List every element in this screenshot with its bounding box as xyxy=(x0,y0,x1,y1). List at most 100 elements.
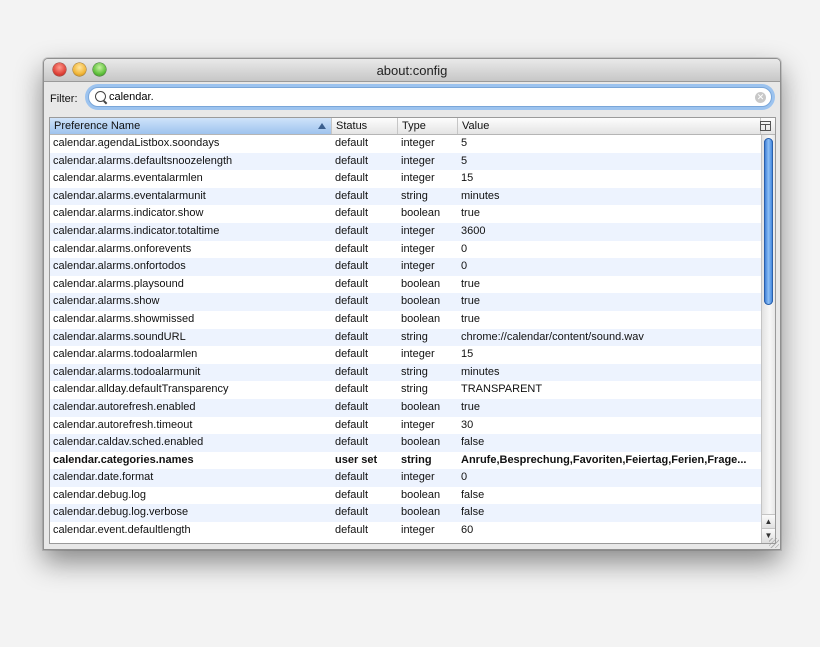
status-cell: default xyxy=(335,418,369,431)
type-cell: integer xyxy=(401,154,435,167)
table-row[interactable]: calendar.allday.defaultTransparency defau… xyxy=(50,381,761,399)
table-row[interactable]: calendar.alarms.onforevents default intege… xyxy=(50,241,761,259)
title-bar[interactable]: about:config xyxy=(44,59,780,82)
status-cell: default xyxy=(335,295,369,308)
value-cell: 15 xyxy=(461,348,474,361)
value-cell: 5 xyxy=(461,154,468,167)
filter-bar: Filter: calendar. ✕ xyxy=(44,82,780,115)
type-cell: string xyxy=(401,189,428,202)
column-header-type[interactable]: Type xyxy=(398,118,458,134)
pref-name-cell: calendar.alarms.eventalarmlen xyxy=(53,172,203,185)
status-cell: default xyxy=(335,154,369,167)
table-row[interactable]: calendar.alarms.indicator.totaltime defau… xyxy=(50,222,761,241)
table-row[interactable]: calendar.alarms.onfortodos default integer… xyxy=(50,258,761,276)
table-row[interactable]: calendar.alarms.eventalarmlen default inte… xyxy=(50,170,761,188)
type-cell: boolean xyxy=(401,207,441,220)
type-cell: integer xyxy=(401,137,435,149)
scrollbar-thumb[interactable] xyxy=(764,138,773,305)
pref-name-cell: calendar.alarms.showmissed xyxy=(53,312,195,325)
table-row[interactable]: calendar.event.defaultlength default integ… xyxy=(50,522,761,540)
table-row[interactable]: calendar.alarms.show default boolean true xyxy=(50,293,761,311)
value-cell: chrome://calendar/content/sound.wav xyxy=(461,330,644,343)
column-label: Value xyxy=(462,120,490,132)
vertical-scrollbar[interactable]: ▲ ▼ xyxy=(761,135,775,543)
pref-name-cell: calendar.autorefresh.timeout xyxy=(53,418,193,431)
pref-name-cell: calendar.alarms.todoalarmunit xyxy=(53,365,201,378)
filter-input-value[interactable]: calendar. xyxy=(109,91,154,103)
table-row[interactable]: calendar.alarms.playsound default boolean t… xyxy=(50,276,761,294)
filter-search-field[interactable]: calendar. ✕ xyxy=(88,87,772,107)
table-row[interactable]: calendar.caldav.sched.enabled default bool… xyxy=(50,434,761,452)
type-cell: boolean xyxy=(401,400,441,413)
table-row[interactable]: calendar.alarms.soundURL default string chr… xyxy=(50,328,761,347)
clear-search-icon[interactable]: ✕ xyxy=(755,92,766,103)
pref-name-cell: calendar.alarms.onfortodos xyxy=(53,260,186,273)
status-cell: default xyxy=(335,400,369,413)
value-cell: 0 xyxy=(461,471,468,484)
pref-name-cell: calendar.autorefresh.enabled xyxy=(53,400,196,413)
value-cell: false xyxy=(461,436,485,449)
filter-label: Filter: xyxy=(50,93,78,105)
table-row[interactable]: calendar.date.format default integer 0 xyxy=(50,469,761,487)
table-row[interactable]: calendar.debug.log default boolean false xyxy=(50,487,761,505)
value-cell: true xyxy=(461,312,480,325)
status-cell: default xyxy=(335,189,369,202)
status-cell: default xyxy=(335,365,369,378)
value-cell: true xyxy=(461,400,480,413)
column-picker-button[interactable] xyxy=(760,118,775,134)
pref-name-cell: calendar.event.defaultlength xyxy=(53,524,191,537)
resize-grip-icon[interactable] xyxy=(769,538,779,548)
status-cell: default xyxy=(335,471,369,484)
status-cell: default xyxy=(335,207,369,220)
value-cell: Anrufe,Besprechung,Favoriten,Feiertag,Fe… xyxy=(461,453,747,466)
type-cell: integer xyxy=(401,242,435,255)
type-cell: integer xyxy=(401,471,435,484)
table-body: calendar.agendaListbox.soondays default in… xyxy=(50,135,761,540)
value-cell: 30 xyxy=(461,418,474,431)
window-title: about:config xyxy=(376,63,448,78)
table-row[interactable]: calendar.alarms.indicator.show default boo… xyxy=(50,205,761,223)
pref-name-cell: calendar.caldav.sched.enabled xyxy=(53,436,204,449)
search-icon xyxy=(95,91,106,102)
table-row[interactable]: calendar.alarms.todoalarmlen default integ… xyxy=(50,346,761,364)
table-row[interactable]: calendar.autorefresh.enabled default boole… xyxy=(50,398,761,417)
value-cell: 60 xyxy=(461,524,474,537)
about-config-window: about:config Filter: calendar. ✕ Prefere… xyxy=(43,58,781,550)
table-row[interactable]: calendar.agendaListbox.soondays default in… xyxy=(50,135,761,153)
type-cell: boolean xyxy=(401,277,441,290)
value-cell: true xyxy=(461,207,480,220)
status-cell: default xyxy=(335,137,369,149)
status-cell: default xyxy=(335,506,369,519)
table-row[interactable]: calendar.autorefresh.timeout default integ… xyxy=(50,417,761,435)
status-cell: default xyxy=(335,260,369,273)
value-cell: 15 xyxy=(461,172,474,185)
value-cell: false xyxy=(461,488,485,501)
column-header-preference-name[interactable]: Preference Name xyxy=(50,118,332,134)
status-cell: default xyxy=(335,277,369,290)
pref-name-cell: calendar.agendaListbox.soondays xyxy=(53,137,220,149)
table-row[interactable]: calendar.alarms.showmissed default boolean… xyxy=(50,311,761,329)
value-cell: true xyxy=(461,277,480,290)
value-cell: minutes xyxy=(461,189,500,202)
table-row[interactable]: calendar.alarms.todoalarmunit default stri… xyxy=(50,363,761,382)
table-header: Preference Name Status Type Value xyxy=(50,118,775,135)
column-header-status[interactable]: Status xyxy=(332,118,398,134)
scroll-up-arrow-icon[interactable]: ▲ xyxy=(762,514,775,529)
pref-name-cell: calendar.debug.log.verbose xyxy=(53,506,189,519)
column-label: Status xyxy=(336,120,368,132)
table-row[interactable]: calendar.alarms.defaultsnoozelength defau… xyxy=(50,152,761,171)
pref-name-cell: calendar.debug.log xyxy=(53,488,146,501)
table-row[interactable]: calendar.debug.log.verbose default boolean… xyxy=(50,504,761,523)
column-header-value[interactable]: Value xyxy=(458,118,761,134)
status-cell: user set xyxy=(335,453,378,466)
value-cell: TRANSPARENT xyxy=(461,383,543,396)
status-cell: default xyxy=(335,348,369,361)
value-cell: false xyxy=(461,506,485,519)
pref-name-cell: calendar.alarms.todoalarmlen xyxy=(53,348,198,361)
status-cell: default xyxy=(335,312,369,325)
table-row[interactable]: calendar.categories.names user set string A… xyxy=(50,452,761,470)
pref-name-cell: calendar.alarms.show xyxy=(53,295,160,308)
table-row[interactable]: calendar.alarms.eventalarmunit default str… xyxy=(50,187,761,206)
value-cell: minutes xyxy=(461,365,500,378)
type-cell: string xyxy=(401,365,428,378)
